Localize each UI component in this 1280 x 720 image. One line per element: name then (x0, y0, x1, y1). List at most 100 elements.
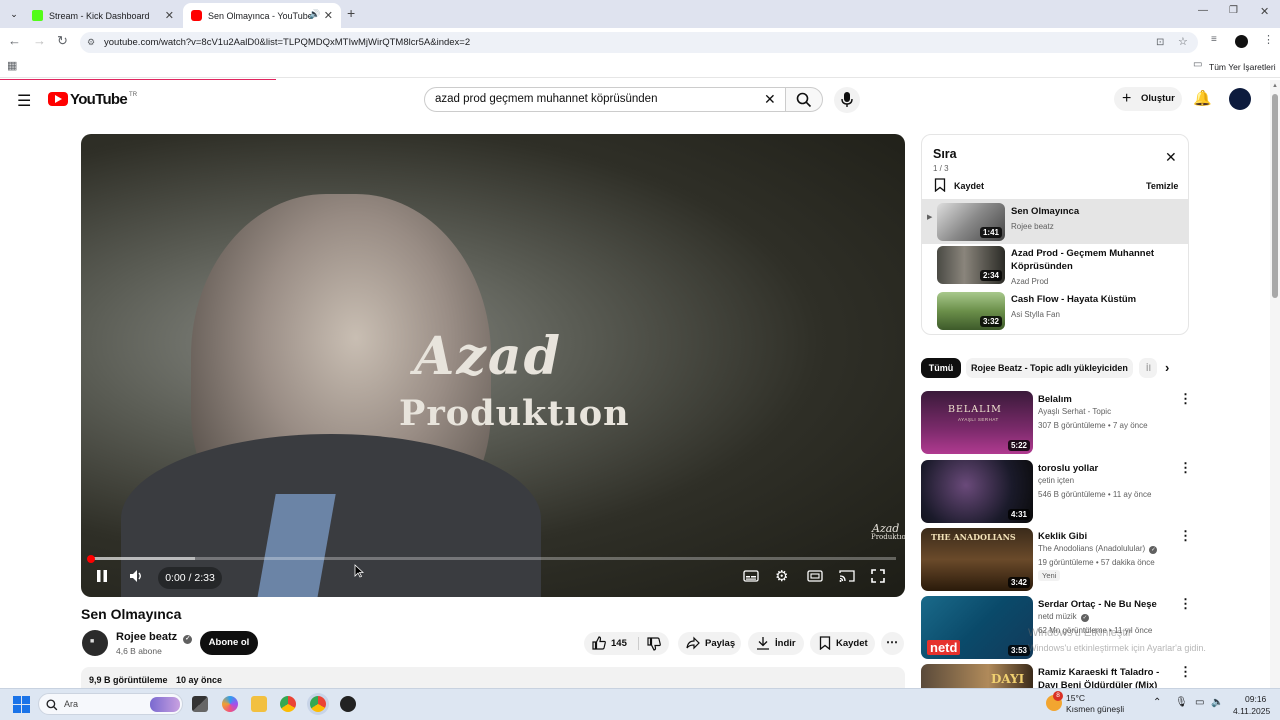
speaker-icon[interactable]: 🔊 (309, 9, 320, 20)
save-button[interactable]: Kaydet (810, 632, 875, 655)
more-vertical-icon[interactable]: ⋮ (1179, 528, 1192, 544)
tab-kick-dashboard[interactable]: Stream - Kick Dashboard ✕ (24, 3, 182, 28)
tray-overflow-icon[interactable]: ⌃ (1153, 697, 1161, 708)
notifications-bell-icon[interactable]: 🔔 (1193, 89, 1212, 107)
more-actions-button[interactable]: ⋯ (881, 632, 904, 655)
tray-mic-icon[interactable]: 🎙 (1175, 697, 1188, 708)
recommendation-item[interactable]: 4:31 toroslu yollar çetin içten 546 B gö… (921, 460, 1192, 524)
profile-avatar[interactable] (1235, 35, 1248, 48)
restore-button[interactable]: ❐ (1229, 5, 1238, 16)
media-controls-icon[interactable]: ≡ (1211, 34, 1217, 45)
clock-date[interactable]: 4.11.2025 (1233, 706, 1270, 716)
page-scrollbar[interactable]: ▲ (1270, 80, 1280, 688)
video-overlay-logo-line2: Produktıon (399, 393, 630, 434)
search-icon (796, 92, 812, 108)
tab-youtube[interactable]: Sen Olmayınca - YouTube 🔊 ✕ (183, 3, 341, 28)
windows-logo-icon (13, 696, 30, 713)
taskbar-search-box[interactable]: Ara (38, 693, 183, 715)
chrome-active-icon[interactable] (310, 696, 326, 712)
playlist-clear-button[interactable]: Temizle (1146, 181, 1178, 191)
account-avatar[interactable] (1229, 88, 1251, 110)
more-vertical-icon[interactable]: ⋮ (1179, 596, 1192, 612)
download-button[interactable]: İndir (748, 632, 804, 655)
volume-button[interactable] (129, 569, 145, 586)
cast-button[interactable] (839, 569, 855, 586)
recommendation-thumbnail: netd 3:53 (921, 596, 1033, 659)
window-close-button[interactable]: ✕ (1260, 5, 1269, 18)
create-button[interactable]: + Oluştur (1114, 87, 1182, 111)
chips-next-arrow-icon[interactable]: › (1165, 360, 1169, 375)
bookmark-icon (934, 178, 946, 192)
chip-all[interactable]: Tümü (921, 358, 961, 378)
theater-mode-button[interactable] (807, 569, 823, 586)
theater-mode-icon (807, 570, 823, 582)
all-bookmarks-link[interactable]: Tüm Yer İşaretleri (1209, 62, 1276, 72)
playlist-item[interactable]: 3:32 Cash Flow - Hayata Küstüm Asi Styll… (922, 289, 1188, 334)
subtitles-button[interactable] (743, 569, 759, 586)
tray-volume-icon[interactable]: 🔈 (1211, 697, 1223, 708)
address-bar[interactable]: ⚙ youtube.com/watch?v=8cV1u2AalD0&list=T… (80, 32, 1198, 53)
youtube-logo[interactable]: YouTube TR (48, 91, 137, 108)
clear-search-icon[interactable]: ✕ (764, 88, 776, 111)
tab-close-icon[interactable]: ✕ (165, 9, 174, 22)
minimize-button[interactable]: — (1198, 5, 1208, 16)
channel-name[interactable]: Rojee beatz ✓ (116, 631, 193, 644)
scrollbar-thumb[interactable] (1272, 94, 1278, 298)
recommendation-item[interactable]: DAYI Ramiz Karaeski ft Taladro - Dayı Be… (921, 664, 1189, 688)
playlist-item[interactable]: ▶ 1:41 Sen Olmayınca Rojee beatz (922, 199, 1188, 244)
scroll-up-arrow-icon[interactable]: ▲ (1272, 83, 1278, 89)
site-info-icon[interactable]: ⚙ (87, 32, 95, 53)
more-vertical-icon[interactable]: ⋮ (1179, 460, 1192, 476)
chip-related[interactable]: İl (1139, 358, 1157, 378)
video-player[interactable]: Azad Produktıon Azad Produktıon (81, 134, 905, 597)
duration-badge: 3:42 (1007, 577, 1030, 588)
save-label: Kaydet (836, 638, 868, 649)
share-button[interactable]: Paylaş (678, 632, 741, 655)
tray-display-icon[interactable]: ▭ (1195, 697, 1204, 708)
bookmark-star-icon[interactable]: ☆ (1178, 32, 1188, 53)
search-input[interactable]: azad prod geçmem muhannet köprüsünden ✕ (424, 87, 786, 112)
clock-time[interactable]: 09:16 (1245, 694, 1266, 704)
chrome-icon[interactable] (280, 696, 296, 712)
apps-grid-icon[interactable]: ▦ (7, 59, 17, 72)
start-button[interactable] (13, 696, 30, 713)
app-icon[interactable] (340, 696, 356, 712)
fullscreen-button[interactable] (871, 569, 885, 586)
settings-button[interactable]: ⚙ (775, 567, 788, 585)
weather-temperature: 15°C (1066, 693, 1085, 703)
playlist-close-button[interactable]: ✕ (1165, 149, 1177, 166)
search-button[interactable] (785, 87, 823, 112)
channel-avatar[interactable]: ■ (82, 630, 108, 656)
video-progress-bar[interactable] (87, 554, 896, 563)
more-vertical-icon[interactable]: ⋮ (1179, 664, 1189, 680)
recommendation-item[interactable]: BELALIM AYAŞLI SERHAT 5:22 Belalım Ayaşl… (921, 391, 1192, 455)
recommendation-item[interactable]: THE ANADOLIANS 3:42 Keklik Gibi The Anod… (921, 528, 1192, 592)
hamburger-menu-icon[interactable]: ☰ (17, 91, 31, 111)
chip-from-uploader[interactable]: Rojee Beatz - Topic adlı yükleyiciden (966, 358, 1133, 378)
youtube-favicon-icon (191, 10, 202, 21)
menu-kebab-icon[interactable]: ⋮ (1263, 33, 1274, 46)
file-explorer-icon[interactable] (251, 696, 267, 712)
more-vertical-icon[interactable]: ⋮ (1179, 391, 1192, 407)
subscribe-button[interactable]: Abone ol (200, 631, 258, 655)
like-button[interactable]: 145 (584, 632, 637, 655)
tab-close-icon[interactable]: ✕ (324, 9, 333, 22)
like-count: 145 (611, 638, 627, 649)
bookmarks-bar: ▦ ▭ Tüm Yer İşaretleri (0, 56, 1280, 78)
video-scrubber-handle[interactable] (87, 554, 95, 563)
install-app-icon[interactable]: ⊡ (1156, 32, 1164, 53)
forward-button[interactable]: → (33, 33, 46, 48)
weather-widget[interactable]: 8 15°C Kısmen güneşli (1046, 691, 1126, 717)
copilot-icon[interactable] (222, 696, 238, 712)
voice-search-button[interactable] (834, 87, 860, 113)
dislike-button[interactable] (639, 632, 669, 655)
youtube-play-icon (48, 92, 68, 106)
pause-button[interactable] (95, 569, 109, 586)
playlist-item[interactable]: 2:34 Azad Prod - Geçmem Muhannet Köprüsü… (922, 244, 1188, 289)
reload-button[interactable]: ↻ (57, 33, 68, 49)
tab-list-dropdown-icon[interactable]: ⌄ (7, 7, 21, 21)
new-tab-button[interactable]: + (347, 5, 355, 21)
back-button[interactable]: ← (8, 33, 21, 48)
taskbar-search-placeholder: Ara (64, 699, 79, 709)
task-view-icon[interactable] (192, 696, 208, 712)
